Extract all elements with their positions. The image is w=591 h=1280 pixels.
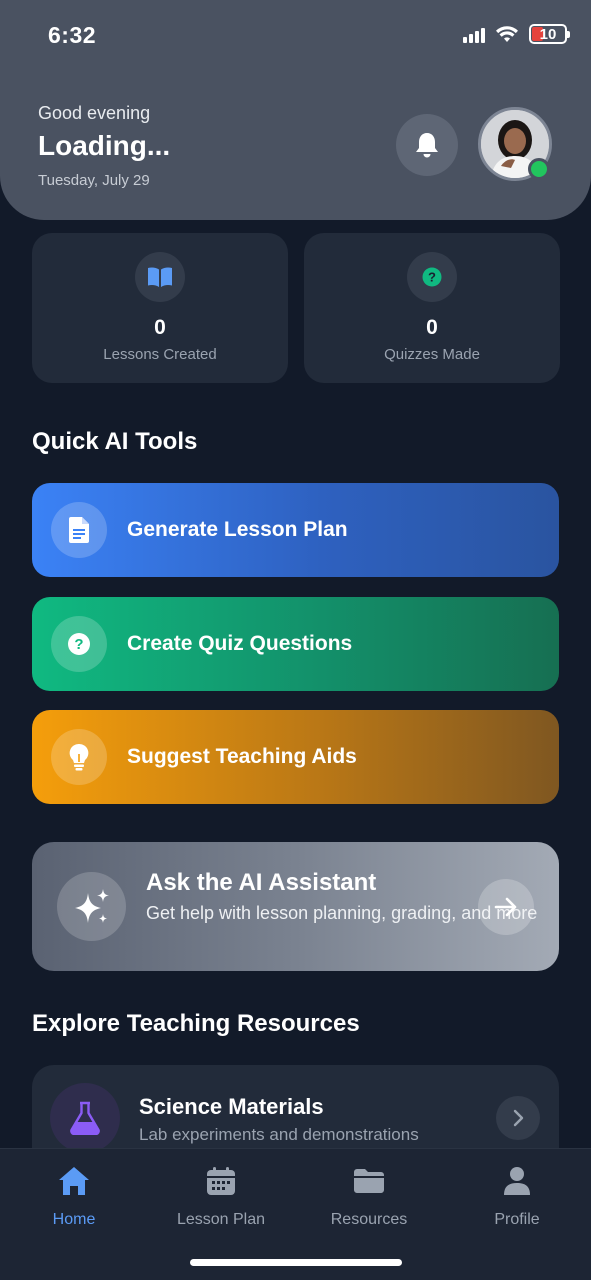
svg-text:?: ? bbox=[74, 636, 83, 653]
calendar-icon bbox=[207, 1167, 235, 1195]
question-circle-icon: ? bbox=[68, 633, 90, 655]
create-quiz-questions-button[interactable]: ? Create Quiz Questions bbox=[32, 597, 559, 691]
stat-value-quizzes: 0 bbox=[426, 316, 438, 339]
home-icon bbox=[59, 1167, 89, 1195]
tab-label: Profile bbox=[494, 1211, 540, 1228]
tool-label: Suggest Teaching Aids bbox=[127, 745, 357, 768]
sparkles-icon bbox=[74, 888, 109, 923]
question-circle-icon: ? bbox=[422, 267, 442, 287]
document-icon bbox=[69, 517, 89, 543]
tool-icon-wrap bbox=[51, 502, 107, 558]
resource-open-button[interactable] bbox=[496, 1096, 540, 1140]
tab-label: Home bbox=[52, 1211, 96, 1228]
book-icon bbox=[148, 267, 172, 287]
greeting-text: Good evening bbox=[38, 103, 151, 123]
stat-label-quizzes: Quizzes Made bbox=[384, 346, 480, 363]
folder-icon bbox=[354, 1169, 384, 1193]
tool-label: Generate Lesson Plan bbox=[127, 518, 348, 541]
suggest-teaching-aids-button[interactable]: Suggest Teaching Aids bbox=[32, 710, 559, 804]
assistant-icon-wrap bbox=[57, 872, 126, 941]
flask-icon bbox=[70, 1101, 100, 1135]
arrow-right-icon bbox=[494, 897, 517, 917]
stat-icon-wrap: ? bbox=[407, 252, 457, 302]
stat-value-lessons: 0 bbox=[154, 316, 166, 339]
assistant-arrow-button[interactable] bbox=[478, 879, 534, 935]
resource-title: Science Materials bbox=[139, 1094, 324, 1119]
generate-lesson-plan-button[interactable]: Generate Lesson Plan bbox=[32, 483, 559, 577]
tab-lesson-plan[interactable]: Lesson Plan bbox=[161, 1163, 281, 1229]
tab-profile[interactable]: Profile bbox=[457, 1163, 577, 1229]
cellular-signal-icon bbox=[463, 25, 485, 43]
date-text: Tuesday, July 29 bbox=[38, 172, 150, 189]
tab-resources[interactable]: Resources bbox=[309, 1163, 429, 1229]
notifications-button[interactable] bbox=[396, 114, 458, 176]
status-time: 6:32 bbox=[48, 22, 97, 48]
tab-label: Lesson Plan bbox=[176, 1211, 266, 1228]
bell-icon bbox=[416, 133, 438, 158]
stat-label-lessons: Lessons Created bbox=[103, 346, 217, 363]
lightbulb-icon bbox=[69, 743, 89, 771]
assistant-title: Ask the AI Assistant bbox=[146, 869, 377, 896]
resource-subtitle: Lab experiments and demonstrations bbox=[139, 1125, 419, 1144]
wifi-icon bbox=[496, 26, 518, 42]
chevron-right-icon bbox=[513, 1109, 524, 1127]
resource-icon-wrap bbox=[50, 1083, 120, 1153]
resources-title: Explore Teaching Resources bbox=[32, 1010, 360, 1037]
home-indicator bbox=[190, 1259, 402, 1266]
tool-icon-wrap bbox=[51, 729, 107, 785]
tool-icon-wrap: ? bbox=[51, 616, 107, 672]
user-name: Loading... bbox=[38, 130, 171, 161]
battery-level: 10 bbox=[539, 25, 557, 43]
tab-home[interactable]: Home bbox=[14, 1163, 134, 1229]
status-icons: 10 bbox=[463, 24, 570, 44]
tab-label: Resources bbox=[330, 1211, 408, 1228]
ai-assistant-card[interactable]: Ask the AI Assistant Get help with lesso… bbox=[32, 842, 559, 971]
svg-text:?: ? bbox=[428, 270, 436, 285]
battery-icon: 10 bbox=[529, 24, 570, 44]
stat-icon-wrap bbox=[135, 252, 185, 302]
quick-tools-title: Quick AI Tools bbox=[32, 428, 198, 455]
tool-label: Create Quiz Questions bbox=[127, 632, 353, 655]
user-icon bbox=[504, 1167, 530, 1195]
online-status-dot bbox=[528, 158, 550, 180]
